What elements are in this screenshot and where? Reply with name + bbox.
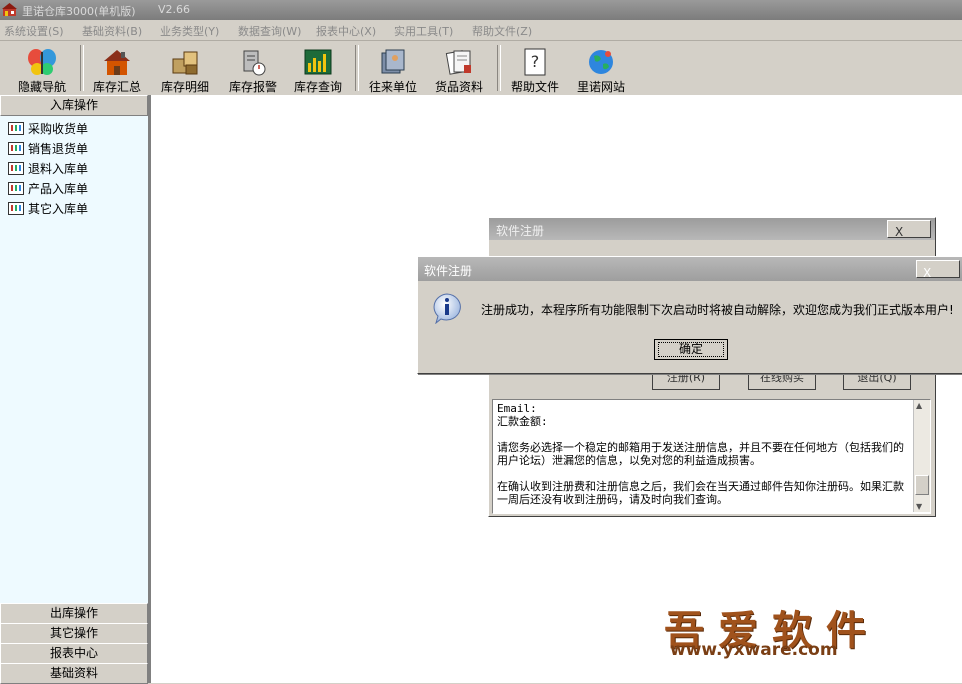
close-icon: X [895, 225, 904, 239]
nav-item-label: 销售退货单 [28, 142, 89, 156]
partners-label: 往来单位 [368, 80, 417, 94]
butterfly-icon [28, 49, 56, 75]
title-bar: 里诺仓库3000(单机版) V2.66 [0, 0, 962, 20]
message-box: 软件注册 X 注册成功，本程序所有功能限制下次启动时将被自动解除，欢迎您成为我们… [417, 256, 962, 374]
stock-summary-label: 库存汇总 [92, 80, 141, 94]
nav-header-other[interactable]: 其它操作 [0, 623, 148, 644]
stock-detail-button[interactable]: 库存明细 [154, 43, 216, 94]
nav-item-material-return[interactable]: 退料入库单 [8, 160, 88, 178]
watermark-url: www.yxware.com [670, 640, 838, 660]
stock-detail-label: 库存明细 [160, 80, 209, 94]
nav-item-label: 其它入库单 [28, 202, 89, 216]
nav-item-label: 采购收货单 [28, 122, 89, 136]
info-icon [433, 293, 461, 324]
partners-button[interactable]: 往来单位 [362, 43, 424, 94]
nav-item-label: 退料入库单 [28, 162, 89, 176]
goods-info-label: 货品资料 [434, 80, 483, 94]
goods-info-button[interactable]: 货品资料 [428, 43, 490, 94]
svg-text:?: ? [531, 52, 540, 71]
alarm-icon [243, 50, 266, 76]
form-icon [8, 182, 24, 195]
stock-alarm-button[interactable]: 库存报警 [222, 43, 284, 94]
focus-ring [658, 342, 724, 357]
menu-system-settings[interactable]: 系统设置(S) [4, 23, 64, 39]
documents-icon [445, 50, 471, 75]
watermark: 吾爱软件 www.yxware.com [664, 598, 960, 660]
menu-bar: 系统设置(S) 基础资料(B) 业务类型(Y) 数据查询(W) 报表中心(X) … [0, 20, 962, 41]
scroll-thumb[interactable] [915, 475, 929, 495]
menu-help[interactable]: 帮助文件(Z) [472, 23, 532, 39]
registration-info-memo[interactable]: Email: 汇款金额: 请您务必选择一个稳定的邮箱用于发送注册信息，并且不要在… [492, 399, 931, 514]
hide-nav-label: 隐藏导航 [17, 80, 66, 94]
app-icon [2, 3, 17, 16]
stock-query-label: 库存查询 [293, 80, 342, 94]
toolbar-separator [80, 45, 84, 91]
stock-query-button[interactable]: 库存查询 [287, 43, 349, 94]
chart-icon [304, 49, 332, 75]
menu-tools[interactable]: 实用工具(T) [394, 23, 453, 39]
window-title: 里诺仓库3000(单机版) [22, 5, 136, 18]
house-icon [104, 50, 130, 75]
form-icon [8, 202, 24, 215]
message-box-titlebar: 软件注册 X [418, 257, 962, 281]
menu-basic-data[interactable]: 基础资料(B) [82, 23, 142, 39]
register-dialog-title: 软件注册 [496, 224, 545, 238]
nav-panel: 入库操作 采购收货单 销售退货单 退料入库单 产品入库单 其它入库单 出库操作 … [0, 95, 149, 684]
scroll-up-icon[interactable]: ▲ [916, 401, 922, 410]
nav-item-other-inbound[interactable]: 其它入库单 [8, 200, 88, 218]
form-icon [8, 142, 24, 155]
memo-scrollbar[interactable]: ▲ ▼ [913, 400, 930, 512]
message-text: 注册成功，本程序所有功能限制下次启动时将被自动解除，欢迎您成为我们正式版本用户! [481, 303, 954, 317]
close-icon: X [923, 266, 932, 280]
toolbar-separator [355, 45, 359, 91]
nav-item-product-inbound[interactable]: 产品入库单 [8, 180, 88, 198]
toolbar-separator [497, 45, 501, 91]
nav-header-reports[interactable]: 报表中心 [0, 643, 148, 664]
website-label: 里诺网站 [576, 80, 625, 94]
stock-alarm-label: 库存报警 [228, 80, 277, 94]
help-file-label: 帮助文件 [510, 80, 559, 94]
register-close-button[interactable]: X [887, 220, 931, 239]
stock-summary-button[interactable]: 库存汇总 [86, 43, 148, 94]
ok-button[interactable]: 确定 [654, 339, 728, 360]
workspace-border [149, 95, 151, 683]
scroll-down-icon[interactable]: ▼ [916, 502, 922, 511]
boxes-icon [172, 51, 198, 75]
message-box-title: 软件注册 [424, 264, 473, 278]
form-icon [8, 122, 24, 135]
nav-item-sales-return[interactable]: 销售退货单 [8, 140, 88, 158]
globe-icon [589, 50, 613, 74]
nav-item-label: 产品入库单 [28, 182, 89, 196]
website-button[interactable]: 里诺网站 [570, 43, 632, 94]
menu-report-center[interactable]: 报表中心(X) [316, 23, 376, 39]
menu-data-query[interactable]: 数据查询(W) [238, 23, 301, 39]
help-file-button[interactable]: ? 帮助文件 [504, 43, 566, 94]
memo-text: Email: 汇款金额: 请您务必选择一个稳定的邮箱用于发送注册信息，并且不要在… [497, 402, 904, 506]
message-close-button[interactable]: X [916, 260, 960, 280]
version-label: V2.66 [158, 3, 191, 16]
menu-business-type[interactable]: 业务类型(Y) [160, 23, 219, 39]
form-icon [8, 162, 24, 175]
folder-icon [381, 49, 405, 74]
nav-item-purchase-receipt[interactable]: 采购收货单 [8, 120, 88, 138]
hide-nav-button[interactable]: 隐藏导航 [8, 43, 76, 94]
register-dialog-titlebar: 软件注册 X [489, 218, 935, 240]
toolbar: 隐藏导航 库存汇总 库存明细 库存报警 库存查询 往来单位 货品资料 ? 帮助文… [0, 41, 962, 96]
nav-header-inbound[interactable]: 入库操作 [0, 95, 148, 116]
nav-header-outbound[interactable]: 出库操作 [0, 603, 148, 624]
nav-header-basic-data[interactable]: 基础资料 [0, 663, 148, 684]
help-icon: ? [524, 48, 546, 76]
